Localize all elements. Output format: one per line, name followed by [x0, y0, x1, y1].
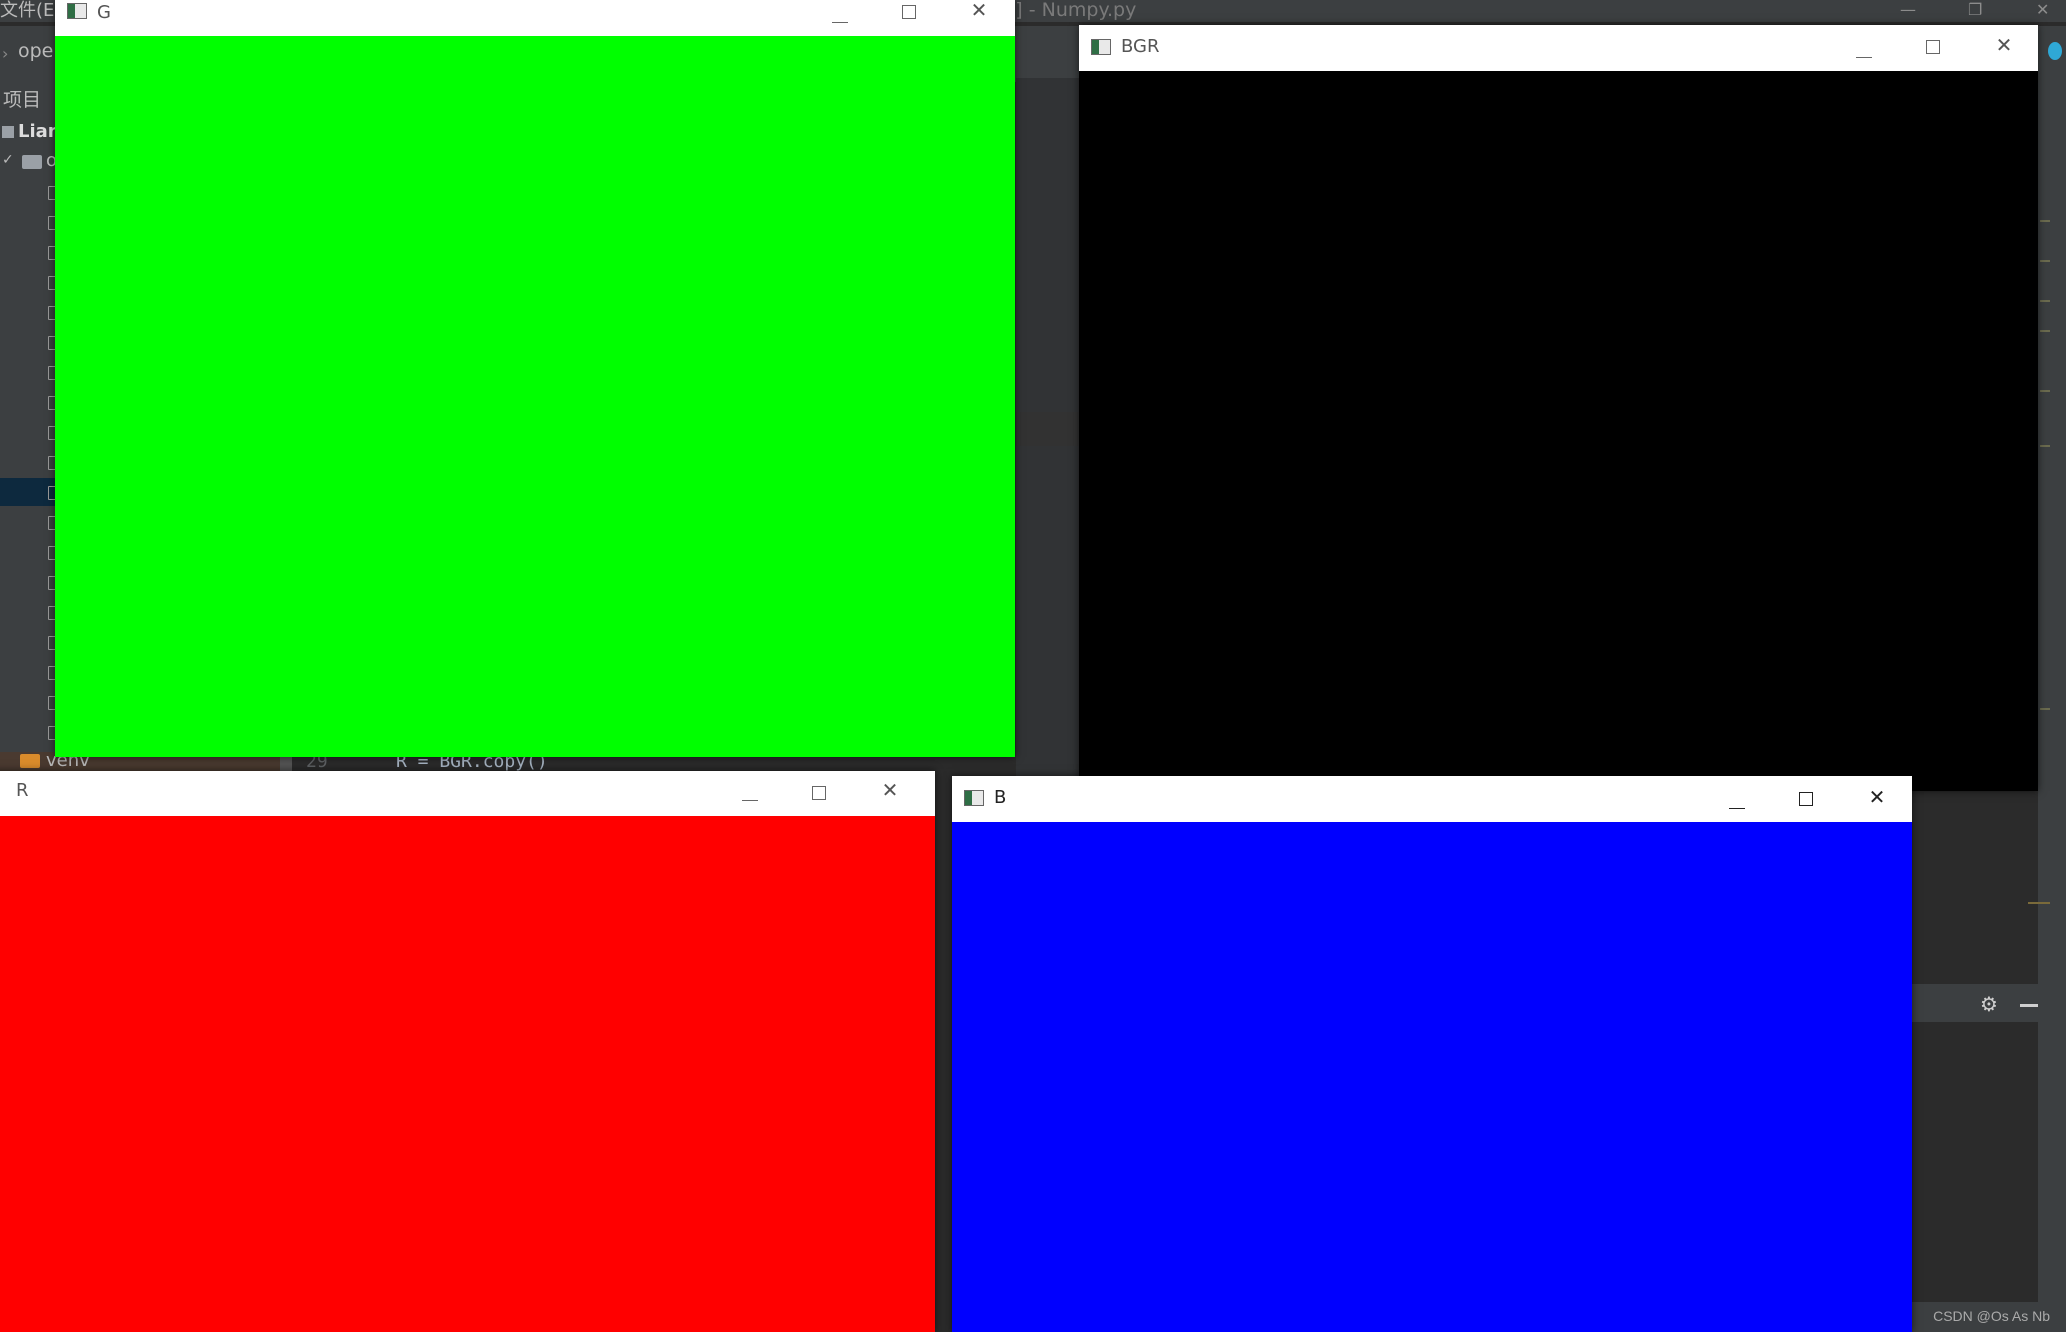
maximize-icon[interactable] [894, 2, 924, 22]
scroll-marker [2040, 445, 2050, 447]
close-icon[interactable]: ✕ [1989, 35, 2019, 55]
window-r-title: R [16, 780, 29, 801]
maximize-icon[interactable] [1791, 789, 1821, 809]
scroll-marker [2028, 902, 2050, 904]
chevron-down-icon[interactable]: ✓ [2, 152, 14, 168]
window-r-titlebar[interactable]: R ✕ [0, 771, 935, 816]
watermark: CSDN @Os As Nb [1933, 1308, 2050, 1324]
minimize-icon[interactable] [1849, 41, 1879, 61]
window-r[interactable]: R ✕ [0, 771, 935, 1332]
folder-icon [2, 126, 14, 138]
ide-minimize-icon[interactable]: — [1900, 0, 1916, 20]
window-bgr-titlebar[interactable]: BGR ✕ [1079, 25, 2038, 71]
editor-highlight-line [1016, 412, 1080, 446]
scroll-marker [2040, 390, 2050, 392]
minus-icon[interactable] [2020, 1004, 2038, 1007]
window-b-title: B [994, 787, 1007, 808]
ide-window-title: i] - Numpy.py [1010, 0, 1137, 21]
window-b[interactable]: B ✕ [952, 776, 1912, 1332]
window-bgr-title: BGR [1121, 36, 1160, 57]
minimize-icon[interactable] [1722, 792, 1752, 812]
window-g[interactable]: G ✕ [55, 0, 1015, 757]
scroll-marker [2040, 708, 2050, 710]
scroll-marker [2040, 220, 2050, 222]
minimize-icon[interactable] [825, 6, 855, 26]
window-bgr-image [1079, 71, 2038, 791]
ide-restore-icon[interactable]: ❐ [1968, 0, 1982, 20]
window-icon [1091, 39, 1111, 55]
close-icon[interactable]: ✕ [875, 780, 905, 800]
minimize-icon[interactable] [735, 784, 765, 804]
folder-icon [22, 155, 42, 169]
breadcrumb-chevron-icon: › [2, 44, 9, 63]
window-g-image [55, 36, 1015, 757]
window-icon [67, 3, 87, 19]
project-label[interactable]: 项目 [3, 85, 41, 112]
scroll-marker [2040, 260, 2050, 262]
close-icon[interactable]: ✕ [1862, 787, 1892, 807]
window-r-image [0, 816, 935, 1332]
ide-close-icon[interactable]: ✕ [2036, 0, 2049, 20]
window-b-titlebar[interactable]: B ✕ [952, 776, 1912, 822]
menu-file[interactable]: 文件(E) [0, 0, 61, 22]
window-icon [964, 790, 984, 806]
window-b-image [952, 822, 1912, 1332]
folder-icon [20, 754, 40, 768]
close-icon[interactable]: ✕ [964, 0, 994, 20]
window-g-title: G [97, 2, 111, 23]
scroll-marker [2040, 300, 2050, 302]
gear-icon[interactable]: ⚙ [1980, 994, 1998, 1014]
bottom-panel-toolbar [1912, 984, 2038, 1022]
maximize-icon[interactable] [1918, 37, 1948, 57]
app-logo-icon [2048, 42, 2062, 60]
maximize-icon[interactable] [804, 783, 834, 803]
window-g-titlebar[interactable]: G ✕ [55, 0, 1015, 36]
window-bgr[interactable]: BGR ✕ [1079, 25, 2038, 791]
scroll-marker [2040, 330, 2050, 332]
